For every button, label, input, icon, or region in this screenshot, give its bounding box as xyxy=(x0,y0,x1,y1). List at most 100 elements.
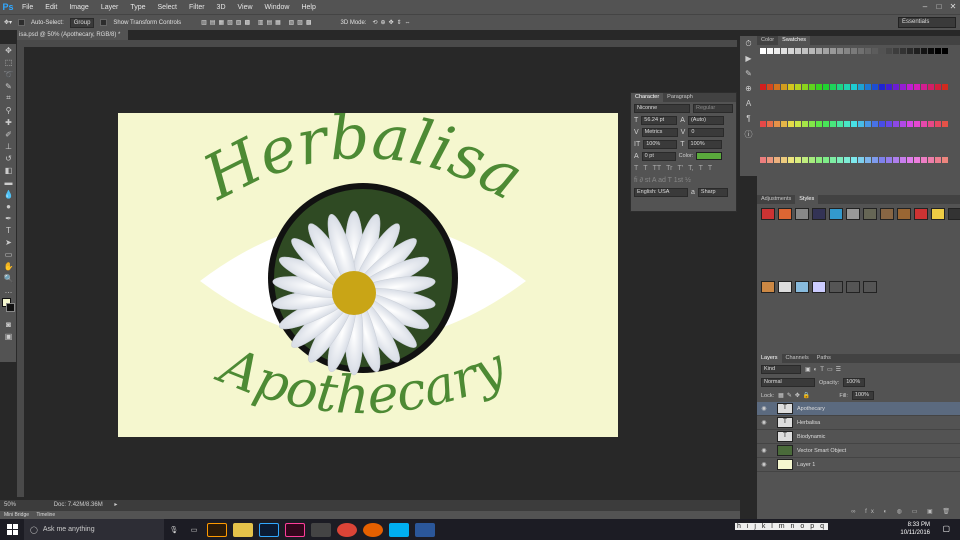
windows-start-icon[interactable] xyxy=(0,519,24,540)
style-preset[interactable] xyxy=(829,280,843,293)
tab-timeline[interactable]: Timeline xyxy=(36,512,55,518)
swatch[interactable] xyxy=(886,120,892,127)
layer-visibility-icon[interactable]: ◉ xyxy=(757,419,771,426)
style-preset[interactable] xyxy=(948,208,960,220)
fill-field[interactable]: 100% xyxy=(851,391,874,400)
menu-3d[interactable]: 3D xyxy=(211,4,232,11)
tab-swatches[interactable]: Swatches xyxy=(778,36,811,45)
swatch[interactable] xyxy=(760,120,766,127)
swatch[interactable] xyxy=(858,84,864,91)
chrome-icon[interactable] xyxy=(337,522,357,537)
swatch[interactable] xyxy=(830,120,836,127)
swatch[interactable] xyxy=(767,84,773,91)
swatch[interactable] xyxy=(851,120,857,127)
swatch[interactable] xyxy=(872,48,878,54)
swatch[interactable] xyxy=(893,84,899,91)
swatch[interactable] xyxy=(935,120,941,127)
swatch[interactable] xyxy=(921,120,927,127)
swatch[interactable] xyxy=(879,84,885,91)
faux-italic-icon[interactable]: T xyxy=(643,165,647,172)
menu-edit[interactable]: Edit xyxy=(39,4,63,11)
swatch[interactable] xyxy=(774,84,780,91)
swatch[interactable] xyxy=(788,48,794,54)
swatch[interactable] xyxy=(830,156,836,163)
blend-mode-select[interactable]: Normal xyxy=(761,378,815,387)
swatch[interactable] xyxy=(865,84,871,91)
marquee-tool-icon[interactable]: ⬚ xyxy=(0,56,17,68)
swatch[interactable] xyxy=(823,120,829,127)
swatch[interactable] xyxy=(900,48,906,54)
swatch[interactable] xyxy=(809,120,815,127)
swatch[interactable] xyxy=(935,48,941,54)
layer-kind-filter[interactable]: Kind xyxy=(761,365,801,374)
swatch[interactable] xyxy=(809,156,815,163)
type-tool-icon[interactable]: T xyxy=(0,224,17,236)
firefox-icon[interactable] xyxy=(363,522,383,537)
strikethrough-icon[interactable]: T xyxy=(708,165,712,172)
transform-checkbox[interactable] xyxy=(100,19,108,26)
swatch[interactable] xyxy=(795,84,801,91)
style-preset[interactable] xyxy=(829,208,843,220)
swatch[interactable] xyxy=(844,156,850,163)
swatch[interactable] xyxy=(816,120,822,127)
history-icon[interactable]: ⏱ xyxy=(742,39,756,51)
style-preset[interactable] xyxy=(863,280,877,293)
swatches-grid[interactable] xyxy=(757,45,960,195)
swatch[interactable] xyxy=(872,84,878,91)
style-preset[interactable] xyxy=(761,280,775,293)
system-clock[interactable]: 8:33 PM 10/11/2016 xyxy=(900,521,930,537)
swatch[interactable] xyxy=(781,84,787,91)
menu-view[interactable]: View xyxy=(232,4,259,11)
swatch[interactable] xyxy=(844,48,850,54)
menu-filter[interactable]: Filter xyxy=(183,4,211,11)
document-canvas[interactable]: Herbalisa Apothecary xyxy=(118,113,618,437)
swatch[interactable] xyxy=(844,84,850,91)
align-icons[interactable]: ▥▤▦▧▨▩ ▥▤▦ ▧▨▩ xyxy=(201,19,314,26)
style-preset[interactable] xyxy=(795,208,809,220)
swatch[interactable] xyxy=(760,156,766,163)
swatch[interactable] xyxy=(907,120,913,127)
swatch[interactable] xyxy=(928,156,934,163)
shape-tool-icon[interactable]: ▭ xyxy=(0,248,17,260)
kerning-field[interactable]: Metrics xyxy=(641,127,678,137)
swatch[interactable] xyxy=(781,48,787,54)
style-preset[interactable] xyxy=(812,208,826,220)
leading-field[interactable]: (Auto) xyxy=(687,115,724,125)
swatch[interactable] xyxy=(802,84,808,91)
layer-row[interactable]: ◉ Vector Smart Object xyxy=(757,444,960,458)
menu-window[interactable]: Window xyxy=(259,4,296,11)
swatch[interactable] xyxy=(865,120,871,127)
swatch[interactable] xyxy=(795,48,801,54)
swatch[interactable] xyxy=(823,84,829,91)
tab-layers[interactable]: Layers xyxy=(757,354,782,363)
swatch[interactable] xyxy=(886,156,892,163)
microphone-icon[interactable]: 🎙 xyxy=(164,526,184,534)
swatch[interactable] xyxy=(816,48,822,54)
swatch[interactable] xyxy=(823,48,829,54)
background-color[interactable] xyxy=(6,303,15,312)
swatch[interactable] xyxy=(858,156,864,163)
swatch[interactable] xyxy=(914,120,920,127)
swatch[interactable] xyxy=(872,120,878,127)
menu-file[interactable]: File xyxy=(16,4,39,11)
swatch[interactable] xyxy=(865,156,871,163)
swatch[interactable] xyxy=(830,84,836,91)
swatch[interactable] xyxy=(935,156,941,163)
swatch[interactable] xyxy=(921,156,927,163)
screen-mode-icon[interactable]: ▣ xyxy=(0,330,17,342)
style-preset[interactable] xyxy=(931,208,945,220)
swatch[interactable] xyxy=(788,120,794,127)
crop-tool-icon[interactable]: ⌗ xyxy=(0,92,17,104)
workspace-select[interactable]: Essentials xyxy=(898,17,956,28)
gradient-tool-icon[interactable]: ▬ xyxy=(0,176,17,188)
lock-icons[interactable]: ▦✎✥🔒 xyxy=(778,392,813,399)
swatch[interactable] xyxy=(900,84,906,91)
file-explorer-icon[interactable] xyxy=(233,522,253,537)
swatch[interactable] xyxy=(942,48,948,54)
layer-row[interactable]: ◉ T Herbalisa xyxy=(757,416,960,430)
tab-adjustments[interactable]: Adjustments xyxy=(757,195,795,204)
style-preset[interactable] xyxy=(897,208,911,220)
swatch[interactable] xyxy=(802,120,808,127)
layer-row[interactable]: T Biodynamic xyxy=(757,430,960,444)
swatch[interactable] xyxy=(809,84,815,91)
